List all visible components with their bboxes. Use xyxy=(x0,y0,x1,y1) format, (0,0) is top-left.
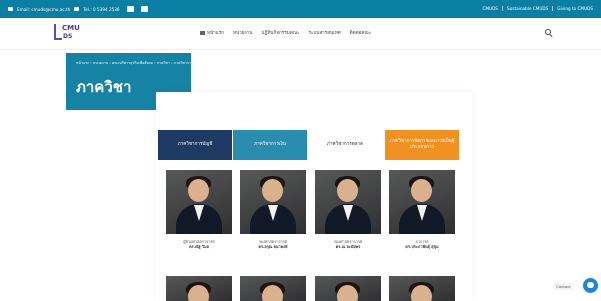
staff-photo[interactable] xyxy=(240,170,306,234)
menu-calendar[interactable]: ปฏิทินกิจกรรมคณะ xyxy=(261,30,299,37)
phone-icon xyxy=(74,7,80,11)
staff-name[interactable]: ดร.ประภาพันธุ์ สุขุม xyxy=(387,244,457,249)
staff-photo[interactable] xyxy=(240,276,306,301)
staff-photo[interactable] xyxy=(315,170,381,234)
staff-photo[interactable] xyxy=(166,276,232,301)
menu-contact[interactable]: ติดต่อคณะ xyxy=(350,30,372,37)
logo[interactable]: CMU DS xyxy=(54,22,80,46)
staff-photo[interactable] xyxy=(315,276,381,301)
tab-marketing[interactable]: ภาควิชาการตลาด xyxy=(308,130,382,160)
top-link-giving[interactable]: Giving to CMUDS xyxy=(552,6,597,11)
logo-mark-icon xyxy=(54,24,62,40)
top-link-cmuds[interactable]: CMUDS xyxy=(478,6,501,11)
menu-information[interactable]: ระบบสารสนเทศ xyxy=(309,30,341,37)
email-icon xyxy=(8,7,13,11)
menu-units[interactable]: หน่วยงาน xyxy=(233,30,252,37)
staff-caption: อาจารย์ ดร.ประภาพันธุ์ สุขุม xyxy=(387,239,457,249)
top-links: CMUDS Sustainable CMUDS Giving to CMUDS xyxy=(478,6,597,11)
phone-text: Tel.: 0 5394 2536 xyxy=(83,6,120,12)
menu-home[interactable]: หน้าแรก xyxy=(200,30,224,37)
staff-photo[interactable] xyxy=(389,276,455,301)
staff-name[interactable]: ดร.อรุณ ธนาพงษ์ xyxy=(238,244,308,249)
chat-icon[interactable] xyxy=(583,278,598,293)
staff-photo[interactable] xyxy=(166,170,232,234)
breadcrumb[interactable]: หน้าแรก › หน่วยงาน › คณะบริหารธุรกิจเพื่… xyxy=(76,60,202,66)
top-link-sustainable[interactable]: Sustainable CMUDS xyxy=(501,6,552,11)
email-link[interactable]: Email: cmuds@cmu.ac.th xyxy=(17,7,70,12)
chat-label[interactable]: Contact xyxy=(554,283,573,290)
youtube-icon[interactable] xyxy=(140,6,148,12)
staff-name[interactable]: ดร.ณัฐ วิมล xyxy=(164,244,234,249)
staff-caption: ผู้ช่วยศาสตราจารย์ ดร.ณัฐ วิมล xyxy=(164,239,234,249)
menu-home-label: หน้าแรก xyxy=(207,31,224,36)
facebook-icon[interactable] xyxy=(126,6,134,12)
tab-finance[interactable]: ภาควิชาการเงิน xyxy=(233,130,307,160)
staff-caption: รองศาสตราจารย์ ดร.อรุณ ธนาพงษ์ xyxy=(238,239,308,249)
tab-accounting[interactable]: ภาควิชาการบัญชี xyxy=(158,130,232,160)
home-icon xyxy=(200,30,205,35)
tab-management[interactable]: ภาควิชาการจัดการและการเป็นผู้ประกอบการ xyxy=(385,130,459,160)
staff-caption: รองศาสตราจารย์ ดร.ณ ละมัยพร xyxy=(313,239,383,249)
search-icon[interactable] xyxy=(545,29,553,38)
top-bar: Email: cmuds@cmu.ac.th Tel.: 0 5394 2536… xyxy=(0,0,601,18)
main-navbar: CMU DS หน้าแรก หน่วยงาน ปฏิทินกิจกรรมคณะ… xyxy=(0,18,601,50)
staff-name[interactable]: ดร.ณ ละมัยพร xyxy=(313,244,383,249)
main-menu: หน้าแรก หน่วยงาน ปฏิทินกิจกรรมคณะ ระบบสา… xyxy=(200,30,371,37)
logo-text-bottom: DS xyxy=(63,33,73,40)
staff-photo[interactable] xyxy=(389,170,455,234)
logo-text-top: CMU xyxy=(62,24,80,32)
contact-info: Email: cmuds@cmu.ac.th Tel.: 0 5394 2536 xyxy=(8,6,148,12)
page-title: ภาควิชา xyxy=(76,78,132,96)
